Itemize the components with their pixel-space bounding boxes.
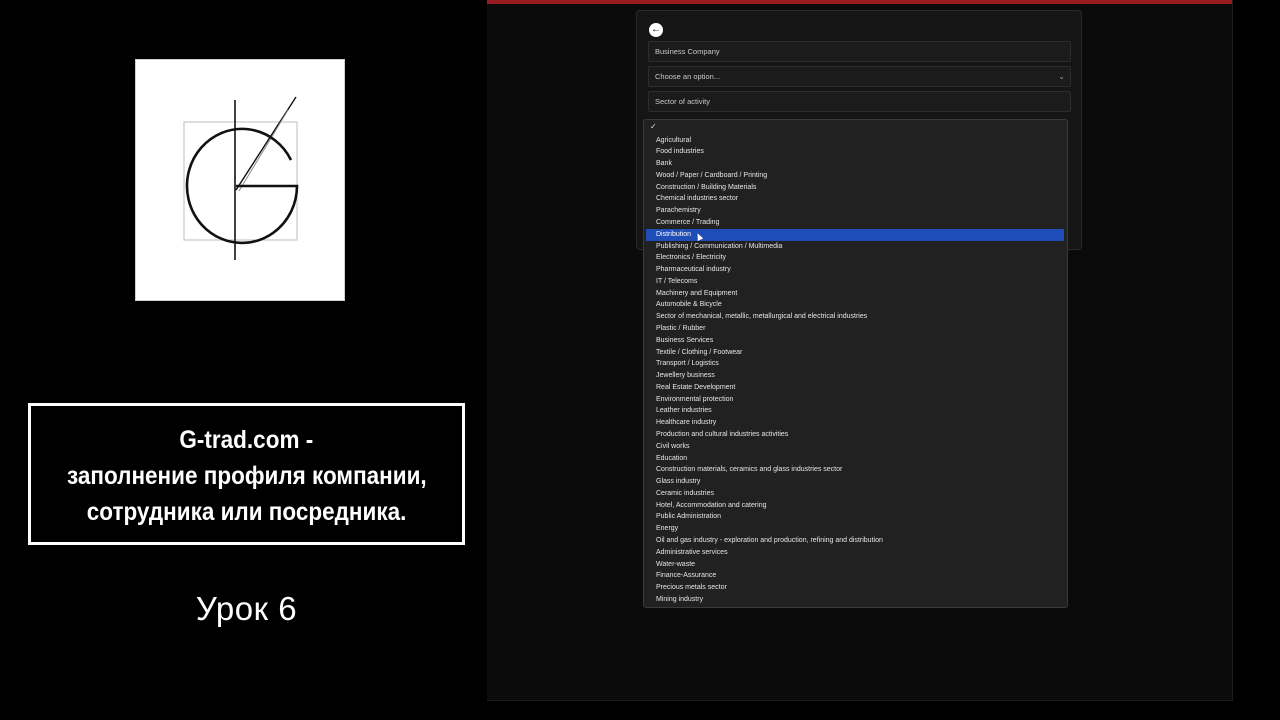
dropdown-option[interactable]: Food industries <box>646 146 1064 158</box>
dropdown-option[interactable]: Plastic / Rubber <box>646 323 1064 335</box>
sector-field-label: Sector of activity <box>655 97 711 106</box>
dropdown-option[interactable]: Parachemistry <box>646 205 1064 217</box>
dropdown-option[interactable]: Glass industry <box>646 476 1064 488</box>
dropdown-option[interactable]: Chemical industries sector <box>646 193 1064 205</box>
dropdown-option[interactable]: Business Services <box>646 335 1064 347</box>
dropdown-option[interactable]: Jewellery business <box>646 370 1064 382</box>
dropdown-option[interactable]: Ceramic industries <box>646 488 1064 500</box>
checkmark-icon: ✓ <box>650 122 657 131</box>
dropdown-option[interactable]: Commerce / Trading <box>646 217 1064 229</box>
company-type-value: Business Company <box>655 47 720 56</box>
dropdown-option[interactable]: Mining industry <box>646 594 1064 606</box>
option-select[interactable]: Choose an option... ⌄ <box>648 66 1071 87</box>
dropdown-option[interactable]: Civil works <box>646 441 1064 453</box>
dropdown-option[interactable]: Bank <box>646 158 1064 170</box>
dropdown-option[interactable]: Textile / Clothing / Footwear <box>646 347 1064 359</box>
dropdown-option[interactable]: Finance-Assurance <box>646 570 1064 582</box>
dropdown-option[interactable]: Precious metals sector <box>646 582 1064 594</box>
dropdown-option[interactable]: Agricultural <box>646 135 1064 147</box>
video-title-line: сотрудника или посредника. <box>86 498 407 526</box>
dropdown-option[interactable]: Healthcare industry <box>646 417 1064 429</box>
dropdown-option[interactable]: Electronics / Electricity <box>646 252 1064 264</box>
company-type-field[interactable]: Business Company <box>648 41 1071 62</box>
lesson-label: Урок 6 <box>195 590 298 627</box>
dropdown-option[interactable]: Production and cultural industries activ… <box>646 429 1064 441</box>
dropdown-option[interactable]: Education <box>646 453 1064 465</box>
dropdown-option[interactable]: Environmental protection <box>646 394 1064 406</box>
chevron-down-icon: ⌄ <box>1058 72 1065 81</box>
dropdown-option[interactable]: Sector of mechanical, metallic, metallur… <box>646 311 1064 323</box>
dropdown-option[interactable]: Pharmaceutical industry <box>646 264 1064 276</box>
logo <box>135 59 345 301</box>
video-title-line: заполнение профиля компании, <box>66 462 427 490</box>
dropdown-option[interactable]: Real Estate Development <box>646 382 1064 394</box>
dropdown-option[interactable]: Automobile & Bicycle <box>646 299 1064 311</box>
dropdown-option[interactable]: Distribution <box>646 228 1064 241</box>
dropdown-option[interactable]: Construction materials, ceramics and gla… <box>646 464 1064 476</box>
dropdown-option[interactable]: Energy <box>646 523 1064 535</box>
dropdown-option[interactable]: Transport / Logistics <box>646 358 1064 370</box>
sector-field[interactable]: Sector of activity <box>648 91 1071 112</box>
video-title-line: G-trad.com - <box>179 426 314 454</box>
dropdown-option[interactable]: Public Administration <box>646 511 1064 523</box>
option-select-value: Choose an option... <box>655 72 721 81</box>
dropdown-option[interactable]: Oil and gas industry - exploration and p… <box>646 535 1064 547</box>
dropdown-option[interactable]: Water-waste <box>646 559 1064 571</box>
dropdown-option[interactable]: Leather industries <box>646 405 1064 417</box>
accent-strip <box>487 0 1232 4</box>
arrow-left-icon[interactable]: ← <box>649 23 663 37</box>
video-title-box: G-trad.com - заполнение профиля компании… <box>28 403 465 545</box>
dropdown-option[interactable]: Wood / Paper / Cardboard / Printing <box>646 170 1064 182</box>
dropdown-option[interactable]: Administrative services <box>646 547 1064 559</box>
dropdown-option[interactable]: Publishing / Communication / Multimedia <box>646 241 1064 253</box>
dropdown-option[interactable]: Construction / Building Materials <box>646 182 1064 194</box>
dropdown-option[interactable]: Machinery and Equipment <box>646 288 1064 300</box>
dropdown-option[interactable]: Hotel, Accommodation and catering <box>646 500 1064 512</box>
dropdown-option[interactable]: IT / Telecoms <box>646 276 1064 288</box>
